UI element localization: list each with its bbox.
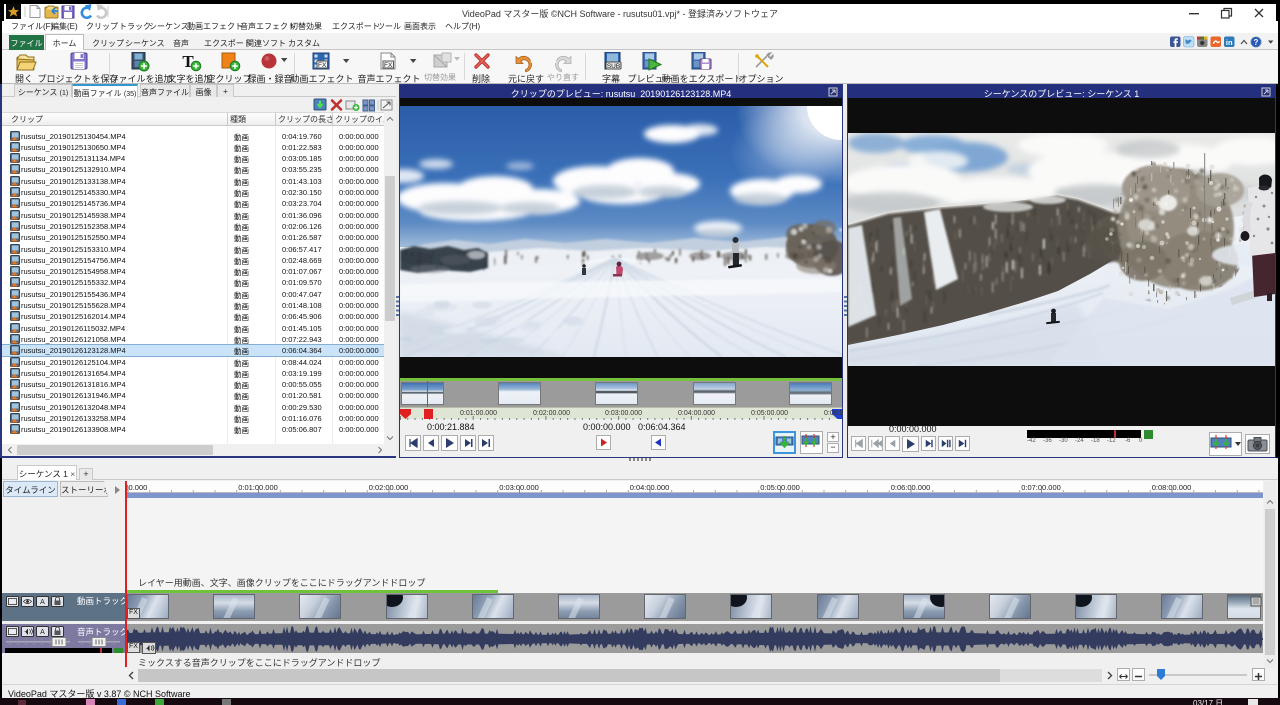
svg-text:A: A [40, 629, 45, 636]
svg-text:in: in [1226, 38, 1233, 47]
svg-text:SUB: SUB [607, 63, 620, 70]
svg-text:?: ? [1254, 38, 1259, 47]
svg-text:A: A [40, 599, 45, 606]
svg-text:FX: FX [318, 62, 327, 69]
svg-text:FX: FX [384, 62, 393, 69]
